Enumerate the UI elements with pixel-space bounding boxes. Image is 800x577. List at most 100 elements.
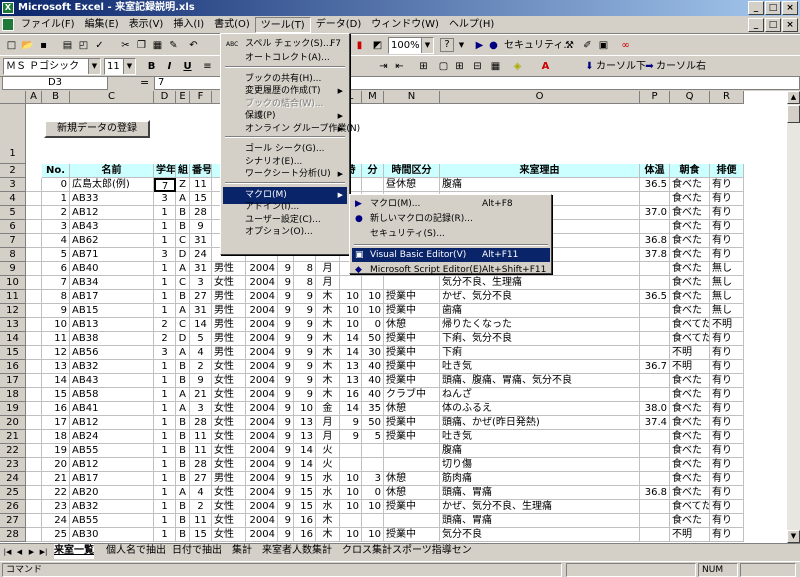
row-header[interactable]: 19	[0, 402, 26, 416]
cell-a-10[interactable]	[26, 276, 42, 290]
cell-e-17[interactable]: B	[176, 374, 190, 388]
cell-f-6[interactable]: 9	[190, 220, 212, 234]
cell-c-20[interactable]: AB12	[70, 416, 154, 430]
cell-o-3[interactable]: 腹痛	[440, 178, 640, 192]
cell-k-15[interactable]: 木	[316, 346, 340, 360]
tools-menu-item-7[interactable]: オンライン グループ作業(N) ▶	[223, 121, 360, 138]
cell-p-18[interactable]	[640, 388, 670, 402]
cell-a-3[interactable]	[26, 178, 42, 192]
cell-c-16[interactable]: AB32	[70, 360, 154, 374]
cell-p-5[interactable]: 37.0	[640, 206, 670, 220]
cell-g-28[interactable]: 女性	[212, 528, 246, 542]
cell-l-24[interactable]: 10	[340, 472, 362, 486]
cell-d-20[interactable]: 1	[154, 416, 176, 430]
cell-o-27[interactable]: 頭痛、胃痛	[440, 514, 640, 528]
cell-b-20[interactable]: 17	[42, 416, 70, 430]
cell-b-6[interactable]: 3	[42, 220, 70, 234]
column-header-B[interactable]: B	[42, 91, 70, 104]
cell-a-24[interactable]	[26, 472, 42, 486]
sheet-tab-1[interactable]: 個人名で抽出	[106, 544, 166, 559]
cell-p-15[interactable]	[640, 346, 670, 360]
cell-h-17[interactable]: 2004	[246, 374, 278, 388]
cell-b-24[interactable]: 21	[42, 472, 70, 486]
cell-f-10[interactable]: 3	[190, 276, 212, 290]
cell-l-22[interactable]	[340, 444, 362, 458]
cell-rr-18[interactable]: 有り	[710, 388, 744, 402]
cell-b-18[interactable]: 15	[42, 388, 70, 402]
cell-p-9[interactable]	[640, 262, 670, 276]
cell-j-20[interactable]: 13	[294, 416, 316, 430]
cell-g-13[interactable]: 男性	[212, 318, 246, 332]
column-header-R[interactable]: R	[710, 91, 744, 104]
link-icon[interactable]: ∞	[618, 38, 633, 53]
cell-q-5[interactable]: 食べた	[670, 206, 710, 220]
cell-g-24[interactable]: 男性	[212, 472, 246, 486]
cell-n-16[interactable]: 授業中	[384, 360, 440, 374]
cell-e-12[interactable]: A	[176, 304, 190, 318]
cell-f-25[interactable]: 4	[190, 486, 212, 500]
cell-j-15[interactable]: 9	[294, 346, 316, 360]
cell-q-7[interactable]: 食べた	[670, 234, 710, 248]
format-painter-icon[interactable]: ✎	[166, 38, 181, 53]
cell-d-26[interactable]: 1	[154, 500, 176, 514]
cell-o-20[interactable]: 頭痛、かぜ(昨日発熱)	[440, 416, 640, 430]
cell-e-4[interactable]: A	[176, 192, 190, 206]
sheet-tab-4[interactable]: 来室者人数集計	[262, 544, 332, 559]
cell-n-11[interactable]: 授業中	[384, 290, 440, 304]
chart-wizard-icon[interactable]: ▮	[352, 38, 367, 53]
cell-p-12[interactable]	[640, 304, 670, 318]
cell-c-23[interactable]: AB12	[70, 458, 154, 472]
doc-minimize-button[interactable]: _	[748, 18, 764, 32]
cell-p-19[interactable]: 38.0	[640, 402, 670, 416]
print-preview-icon[interactable]: ◰	[76, 38, 91, 53]
cell-c-17[interactable]: AB43	[70, 374, 154, 388]
cell-o-11[interactable]: かぜ、気分不良	[440, 290, 640, 304]
close-button[interactable]: ×	[782, 1, 798, 15]
cell-f-7[interactable]: 31	[190, 234, 212, 248]
paste-icon[interactable]: ▦	[150, 38, 165, 53]
cell-d-28[interactable]: 1	[154, 528, 176, 542]
cell-d-13[interactable]: 2	[154, 318, 176, 332]
cell-q-16[interactable]: 不明	[670, 360, 710, 374]
cell-o-16[interactable]: 吐き気	[440, 360, 640, 374]
row-header[interactable]: 22	[0, 444, 26, 458]
cell-g-19[interactable]: 女性	[212, 402, 246, 416]
cell-d-10[interactable]: 1	[154, 276, 176, 290]
cell-c-24[interactable]: AB17	[70, 472, 154, 486]
cell-k-17[interactable]: 木	[316, 374, 340, 388]
cell-f-28[interactable]: 15	[190, 528, 212, 542]
cell-n-28[interactable]: 授業中	[384, 528, 440, 542]
row-header[interactable]: 12	[0, 304, 26, 318]
cell-rr-4[interactable]: 有り	[710, 192, 744, 206]
menu-format[interactable]: 書式(O)	[209, 17, 255, 33]
cell-j-16[interactable]: 9	[294, 360, 316, 374]
cell-b-4[interactable]: 1	[42, 192, 70, 206]
cell-rr-21[interactable]: 有り	[710, 430, 744, 444]
cell-b-21[interactable]: 18	[42, 430, 70, 444]
cell-a-17[interactable]	[26, 374, 42, 388]
cell-l-18[interactable]: 16	[340, 388, 362, 402]
cell-d-23[interactable]: 1	[154, 458, 176, 472]
fill-color-icon[interactable]: ◈	[510, 59, 525, 74]
cell-a-20[interactable]	[26, 416, 42, 430]
cell-q-14[interactable]: 食べてた	[670, 332, 710, 346]
cell-c-5[interactable]: AB12	[70, 206, 154, 220]
cell-j-19[interactable]: 10	[294, 402, 316, 416]
cell-i-10[interactable]: 9	[278, 276, 294, 290]
row-header[interactable]: 9	[0, 262, 26, 276]
cell-d-27[interactable]: 1	[154, 514, 176, 528]
cell-j-10[interactable]: 8	[294, 276, 316, 290]
row-header[interactable]: 5	[0, 206, 26, 220]
row-header-1[interactable]: 1	[0, 104, 26, 164]
cell-j-14[interactable]: 9	[294, 332, 316, 346]
cell-j-21[interactable]: 13	[294, 430, 316, 444]
drawing-icon[interactable]: ◩	[370, 38, 385, 53]
cell-c-4[interactable]: AB33	[70, 192, 154, 206]
cell-o-28[interactable]: 気分不良	[440, 528, 640, 542]
column-header-F[interactable]: F	[190, 91, 212, 104]
cell-p-3[interactable]: 36.5	[640, 178, 670, 192]
last-sheet-icon[interactable]: ▶|	[38, 546, 49, 558]
copy-icon[interactable]: ❐	[134, 38, 149, 53]
tools-menu-item-16[interactable]: オプション(O)...	[223, 224, 347, 241]
cell-f-27[interactable]: 11	[190, 514, 212, 528]
